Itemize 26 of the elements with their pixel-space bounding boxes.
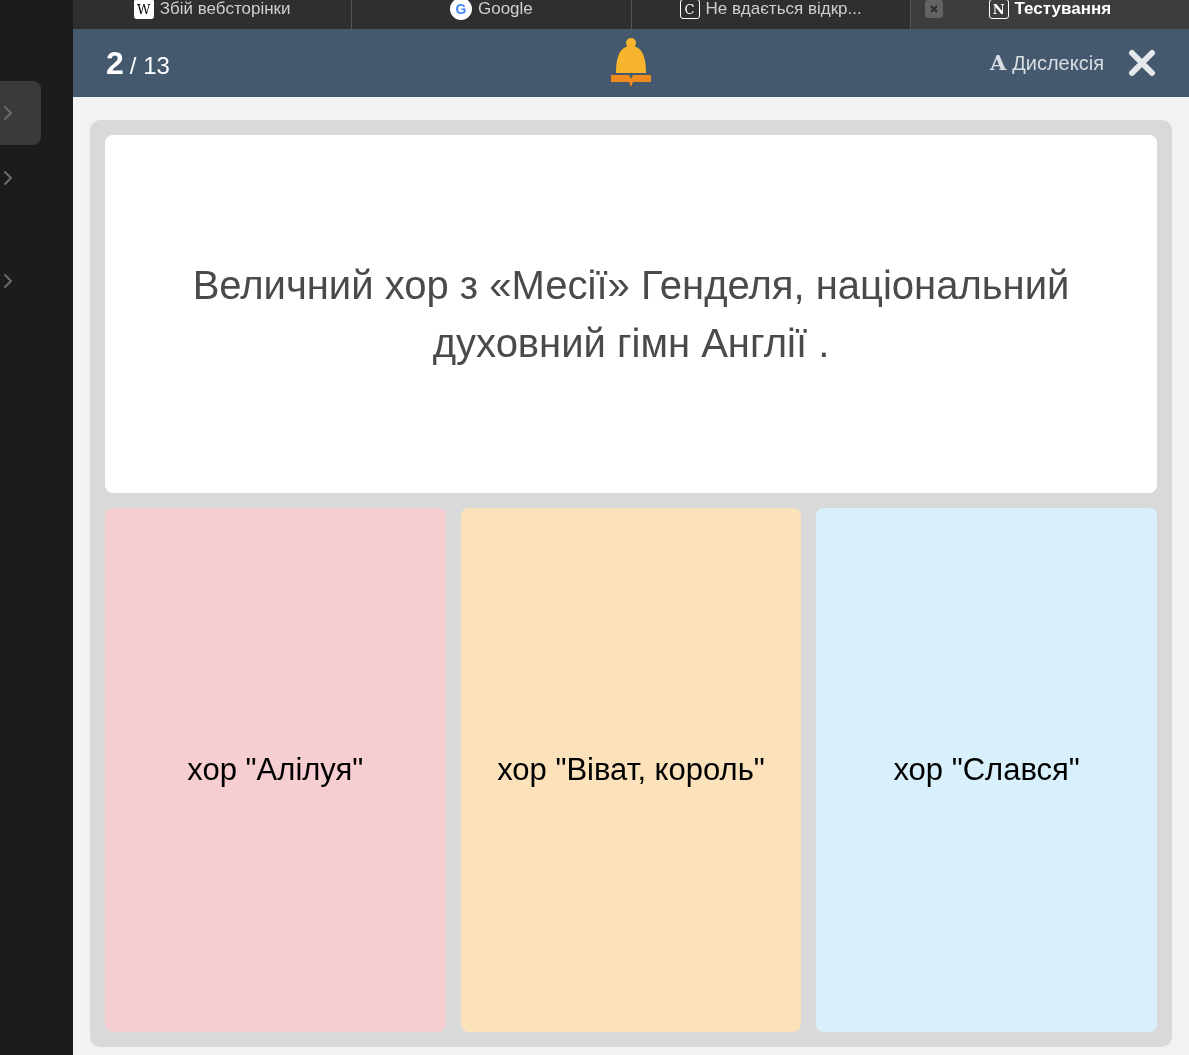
browser-tab[interactable]: W Збій вебсторінки bbox=[73, 0, 353, 29]
chevron-right-icon bbox=[3, 170, 13, 186]
tab-title: Google bbox=[477, 0, 533, 20]
question-number: 2 bbox=[106, 44, 124, 83]
chevron-right-icon bbox=[3, 273, 13, 289]
dyslexia-button[interactable]: A Дислексія bbox=[989, 47, 1104, 79]
site-icon: C bbox=[679, 0, 700, 19]
bell-icon bbox=[610, 37, 652, 89]
site-icon: N bbox=[988, 0, 1009, 19]
tab-title: Збій вебсторінки bbox=[159, 0, 291, 20]
browser-tab[interactable]: C Не вдається відкр... bbox=[631, 0, 911, 29]
browser-tab[interactable]: N Тестування bbox=[910, 0, 1189, 29]
answer-card[interactable]: хор "Слався" bbox=[816, 508, 1157, 1032]
answer-card[interactable]: хор "Віват, король" bbox=[460, 508, 802, 1032]
question-total: / 13 bbox=[129, 51, 170, 81]
tab-title: Не вдається відкр... bbox=[705, 0, 862, 20]
close-tab-icon[interactable] bbox=[924, 0, 943, 18]
sidebar-item[interactable] bbox=[0, 81, 41, 145]
answer-card[interactable]: хор "Алілуя" bbox=[105, 508, 446, 1032]
question-text: Величний хор з «Месії» Генделя, національний духовний гімн Англії . bbox=[191, 262, 1071, 367]
close-icon[interactable] bbox=[1128, 49, 1156, 77]
chevron-right-icon bbox=[3, 105, 13, 121]
browser-tab[interactable]: G Google bbox=[352, 0, 632, 29]
logo-icon: G bbox=[449, 0, 472, 20]
site-icon: W bbox=[133, 0, 154, 19]
tab-title: Тестування bbox=[1014, 0, 1112, 20]
